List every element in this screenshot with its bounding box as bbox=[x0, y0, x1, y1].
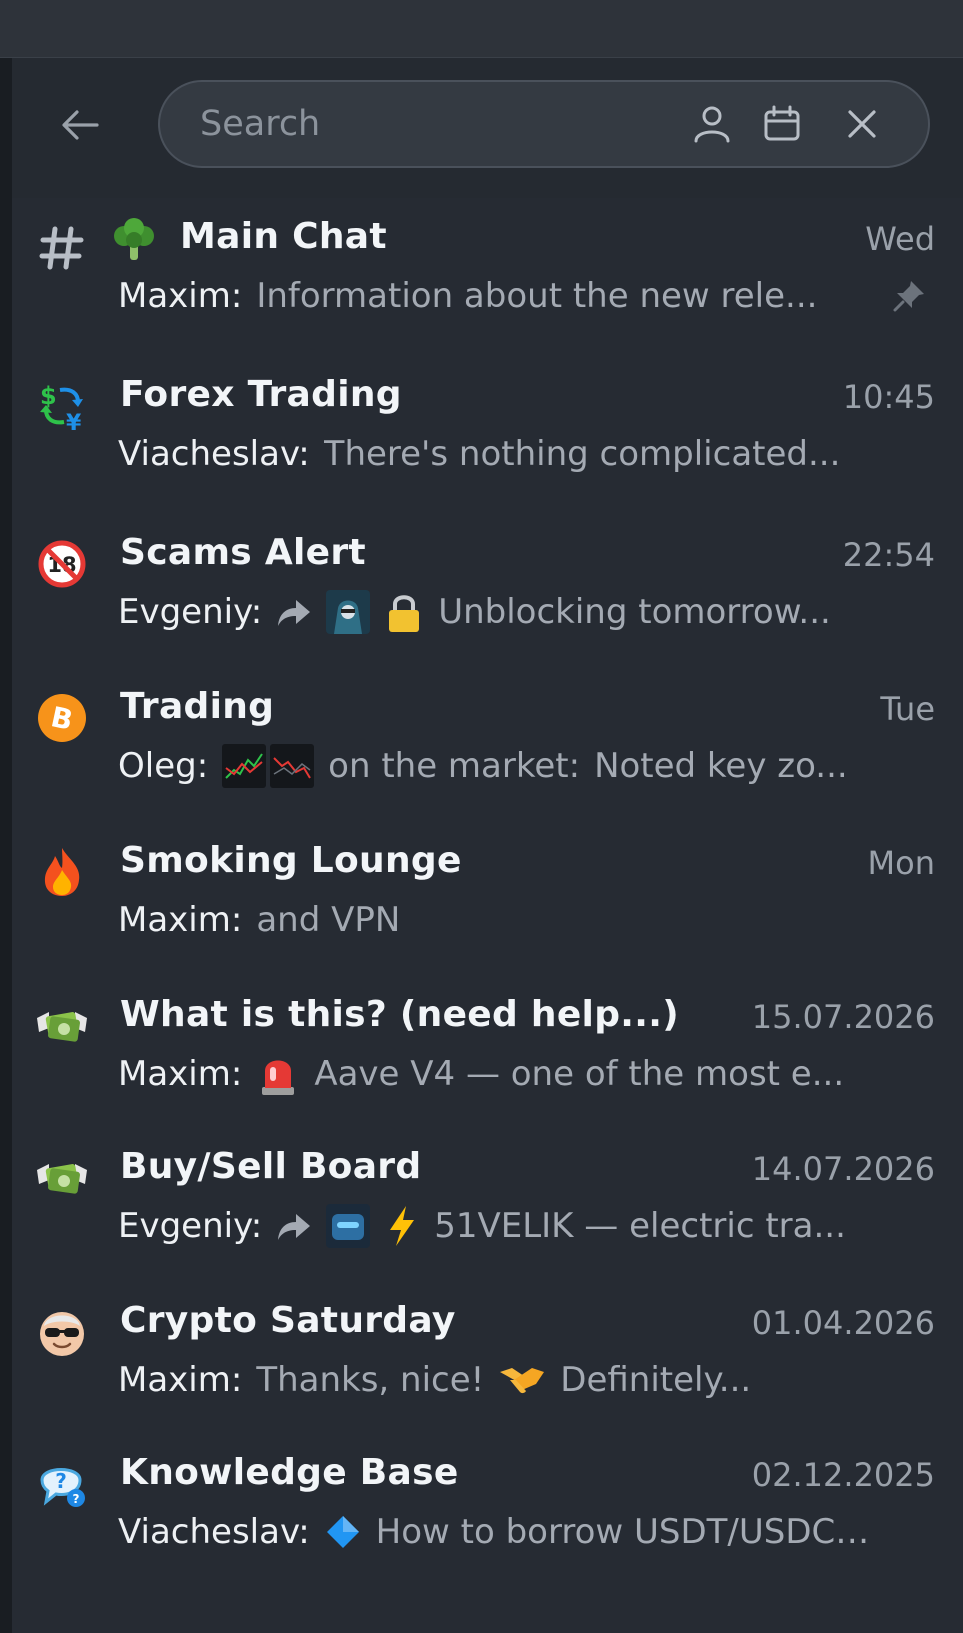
chart-thumb bbox=[270, 744, 315, 788]
chat-preview-text: Aave V4 — one of the most e... bbox=[314, 1054, 845, 1094]
chart-thumb bbox=[222, 744, 267, 788]
chat-sender: Viacheslav: bbox=[118, 434, 310, 474]
chat-preview: Maxim: Information about the new rele... bbox=[118, 272, 878, 320]
chat-preview: Maxim: and VPN bbox=[118, 896, 878, 944]
chat-title: Main Chat bbox=[180, 216, 387, 257]
chat-sender: Evgeniy: bbox=[118, 592, 263, 632]
chat-title: Knowledge Base bbox=[120, 1452, 459, 1493]
chat-title: Buy/Sell Board bbox=[120, 1146, 422, 1187]
chat-preview-text: Information about the new rele... bbox=[256, 276, 818, 316]
chat-preview-text: 51VELIK — electric tra... bbox=[434, 1206, 846, 1246]
forward-arrow-icon bbox=[276, 1208, 312, 1244]
chat-preview: Maxim: Aave V4 — one of the most e... bbox=[118, 1050, 878, 1098]
svg-text:?: ? bbox=[73, 1492, 80, 1506]
chat-preview-text: There's nothing complicated... bbox=[323, 434, 841, 474]
search-bar bbox=[158, 80, 930, 168]
chat-sender: Maxim: bbox=[118, 276, 243, 316]
chat-time: 22:54 bbox=[842, 536, 935, 574]
chat-title: Smoking Lounge bbox=[120, 840, 462, 881]
svg-text:$: $ bbox=[40, 382, 57, 410]
chat-title: Crypto Saturday bbox=[120, 1300, 456, 1341]
fire-icon bbox=[34, 844, 90, 900]
chat-preview: Viacheslav: There's nothing complicated.… bbox=[118, 430, 878, 478]
back-arrow-icon bbox=[62, 110, 99, 140]
hash-icon bbox=[34, 220, 90, 276]
chat-time: Wed bbox=[865, 220, 935, 258]
chat-preview: Maxim: Thanks, nice! Definitely... bbox=[118, 1356, 878, 1404]
chat-title: What is this? (need help...) bbox=[120, 994, 679, 1035]
siren-icon bbox=[256, 1051, 300, 1097]
currency-exchange-icon: $ ¥ bbox=[34, 378, 90, 434]
clear-search-button[interactable] bbox=[840, 102, 884, 146]
chat-preview-text: Unblocking tomorrow... bbox=[438, 592, 831, 632]
chat-row-main-chat[interactable]: Main Chat Wed Maxim: Information about t… bbox=[12, 200, 963, 360]
chat-preview: Evgeniy: Unblocking tomorrow... bbox=[118, 588, 878, 636]
handshake-icon bbox=[498, 1360, 546, 1400]
chat-title: Trading bbox=[120, 686, 275, 727]
calendar-icon bbox=[764, 105, 800, 141]
chat-sender: Viacheslav: bbox=[118, 1512, 310, 1552]
broccoli-icon bbox=[110, 216, 158, 264]
close-icon bbox=[848, 110, 876, 138]
chat-sender: Oleg: bbox=[118, 746, 209, 786]
chat-preview-mid-text: Thanks, nice! bbox=[256, 1360, 485, 1400]
back-button[interactable] bbox=[55, 100, 105, 150]
window-top-bar bbox=[0, 0, 963, 58]
sunglasses-face-icon bbox=[34, 1304, 90, 1360]
chat-time: 14.07.2026 bbox=[751, 1150, 935, 1188]
chat-row-buy-sell-board[interactable]: Buy/Sell Board 14.07.2026 Evgeniy: 51VEL… bbox=[12, 1130, 963, 1290]
lightning-icon bbox=[384, 1204, 420, 1248]
chat-preview: Viacheslav: How to borrow USDT/USDC ... bbox=[118, 1508, 878, 1556]
question-bubble-icon: ? ? bbox=[34, 1456, 90, 1512]
person-filter-button[interactable] bbox=[690, 102, 734, 146]
hooded-figure-thumb bbox=[326, 590, 371, 634]
money-wings-icon bbox=[34, 1150, 90, 1206]
chat-row-crypto-saturday[interactable]: Crypto Saturday 01.04.2026 Maxim: Thanks… bbox=[12, 1284, 963, 1444]
chat-sender: Evgeniy: bbox=[118, 1206, 263, 1246]
chat-sender: Maxim: bbox=[118, 900, 243, 940]
chat-title: Forex Trading bbox=[120, 374, 402, 415]
left-edge-strip bbox=[0, 58, 12, 1633]
person-icon bbox=[694, 106, 730, 143]
chat-row-what-is-this[interactable]: What is this? (need help...) 15.07.2026 … bbox=[12, 978, 963, 1138]
padlock-icon bbox=[384, 591, 424, 633]
chat-preview-text: and VPN bbox=[256, 900, 401, 940]
chat-preview-text: Definitely... bbox=[560, 1360, 752, 1400]
chat-preview: Oleg: on the market: Noted key zo... bbox=[118, 742, 878, 790]
chat-preview-mid-text: on the market: bbox=[328, 746, 581, 786]
chat-preview: Evgeniy: 51VELIK — electric tra... bbox=[118, 1202, 878, 1250]
money-wings-icon bbox=[34, 998, 90, 1054]
chat-row-trading[interactable]: B Trading Tue Oleg: on the market: Noted… bbox=[12, 670, 963, 830]
chat-title: Scams Alert bbox=[120, 532, 366, 573]
chat-row-scams-alert[interactable]: 18 Scams Alert 22:54 Evgeniy: Unblocking… bbox=[12, 516, 963, 676]
forward-arrow-icon bbox=[276, 594, 312, 630]
chat-preview-text: How to borrow USDT/USDC ... bbox=[375, 1512, 878, 1552]
chat-time: 01.04.2026 bbox=[751, 1304, 935, 1342]
chat-sender: Maxim: bbox=[118, 1054, 243, 1094]
chat-time: Mon bbox=[867, 844, 935, 882]
search-input[interactable] bbox=[200, 100, 660, 148]
blue-diamond-icon bbox=[324, 1513, 362, 1551]
chat-time: Tue bbox=[880, 690, 935, 728]
svg-text:?: ? bbox=[55, 1469, 67, 1493]
robot-thumb bbox=[326, 1204, 371, 1248]
chart-thumbs bbox=[222, 744, 315, 788]
no-under-18-icon: 18 bbox=[34, 536, 90, 592]
svg-text:¥: ¥ bbox=[66, 411, 82, 432]
chat-time: 10:45 bbox=[842, 378, 935, 416]
chat-row-forex-trading[interactable]: $ ¥ Forex Trading 10:45 Viacheslav: Ther… bbox=[12, 358, 963, 518]
chat-row-smoking-lounge[interactable]: Smoking Lounge Mon Maxim: and VPN bbox=[12, 824, 963, 984]
chat-time: 15.07.2026 bbox=[751, 998, 935, 1036]
chat-row-knowledge-base[interactable]: ? ? Knowledge Base 02.12.2025 Viacheslav… bbox=[12, 1436, 963, 1596]
chat-sender: Maxim: bbox=[118, 1360, 243, 1400]
pin-icon bbox=[891, 278, 927, 314]
date-filter-button[interactable] bbox=[760, 102, 804, 146]
bitcoin-icon: B bbox=[34, 690, 90, 746]
chat-preview-text: Noted key zo... bbox=[594, 746, 848, 786]
chat-time: 02.12.2025 bbox=[751, 1456, 935, 1494]
